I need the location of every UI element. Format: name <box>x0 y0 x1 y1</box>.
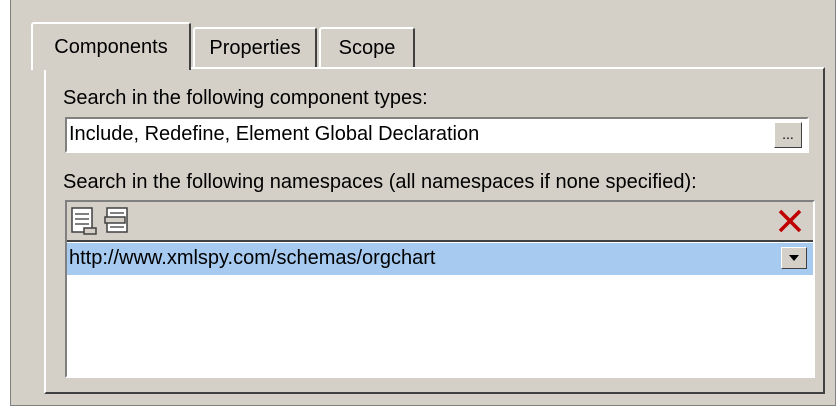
insert-row-icon[interactable] <box>103 206 133 236</box>
tab-properties-label: Properties <box>209 36 301 59</box>
namespace-value: http://www.xmlspy.com/schemas/orgchart <box>69 247 436 269</box>
namespaces-grid: http://www.xmlspy.com/schemas/orgchart <box>65 200 815 378</box>
chevron-down-icon <box>789 255 799 261</box>
components-panel: Search in the following component types:… <box>44 67 825 394</box>
tab-scope[interactable]: Scope <box>319 27 415 67</box>
tab-scope-label: Scope <box>338 36 396 59</box>
browse-button[interactable]: ... <box>774 122 802 148</box>
namespace-dropdown-button[interactable] <box>781 247 807 269</box>
namespace-row[interactable]: http://www.xmlspy.com/schemas/orgchart <box>67 243 813 275</box>
component-types-value: Include, Redefine, Element Global Declar… <box>69 123 480 145</box>
tab-properties[interactable]: Properties <box>193 27 317 67</box>
namespaces-label: Search in the following namespaces (all … <box>63 171 697 193</box>
component-types-field[interactable]: Include, Redefine, Element Global Declar… <box>65 117 809 153</box>
append-row-icon[interactable] <box>70 206 100 236</box>
tab-components-label: Components <box>54 35 168 58</box>
delete-x-icon[interactable] <box>775 206 805 236</box>
component-types-label: Search in the following component types: <box>63 87 428 109</box>
namespaces-toolbar <box>67 202 813 242</box>
dialog-frame: Components Properties Scope Search in th… <box>10 0 836 406</box>
tab-components[interactable]: Components <box>31 22 191 70</box>
